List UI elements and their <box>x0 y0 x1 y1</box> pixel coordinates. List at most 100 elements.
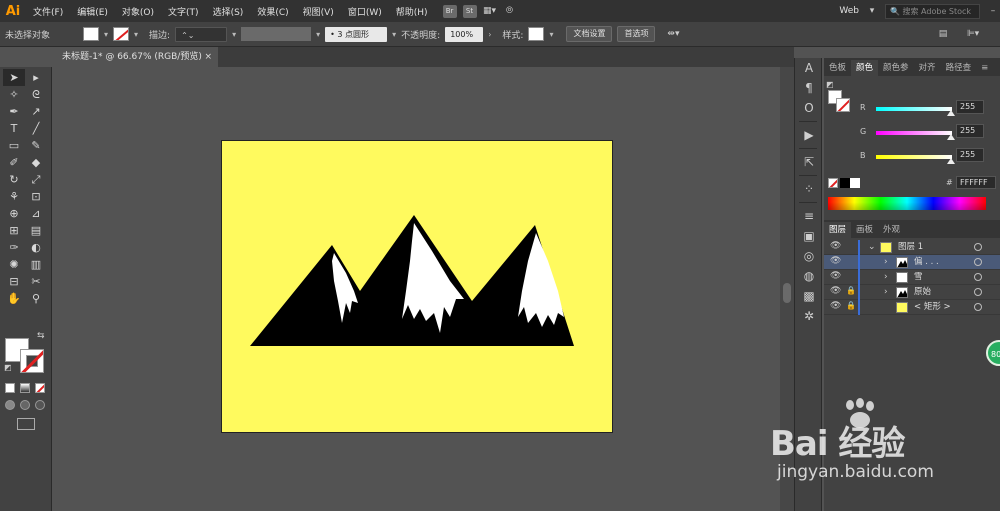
artboard[interactable] <box>221 140 613 433</box>
draw-inside-icon[interactable] <box>35 400 45 410</box>
scale-tool-icon[interactable]: ⤢ <box>25 171 47 188</box>
gradient-panel-icon[interactable]: ▣ <box>795 226 823 246</box>
shaper-tool-icon[interactable]: ✐ <box>3 154 25 171</box>
artboard-tool-icon[interactable]: ⊟ <box>3 273 25 290</box>
preferences-button[interactable]: 首选项 <box>617 26 656 42</box>
layers-panel-tab[interactable]: 画板 <box>851 222 878 238</box>
opentype-panel-icon[interactable]: O <box>795 98 823 118</box>
shape-builder-tool-icon[interactable]: ⊕ <box>3 205 25 222</box>
stock-button[interactable]: St <box>462 4 477 18</box>
direct-selection-tool-icon[interactable]: ▸ <box>25 69 47 86</box>
pen-tool-icon[interactable]: ✒ <box>3 103 25 120</box>
mesh-tool-icon[interactable]: ⊞ <box>3 222 25 239</box>
menu-item[interactable]: 视图(V) <box>296 5 341 18</box>
document-tab[interactable]: 未标题-1* @ 66.67% (RGB/预览) × <box>56 47 218 67</box>
graphic-style-swatch[interactable] <box>528 27 545 41</box>
none-mode-icon[interactable] <box>35 383 45 393</box>
swap-fill-stroke-icon[interactable]: ⇆ <box>37 331 45 341</box>
menu-item[interactable]: 文字(T) <box>161 5 206 18</box>
color-panel-tab[interactable]: 颜色 <box>851 60 879 76</box>
visibility-eye-icon[interactable]: 👁 <box>830 301 841 311</box>
mountain-artwork[interactable] <box>222 141 612 432</box>
color-spectrum-bar[interactable] <box>828 197 986 210</box>
menu-item[interactable]: 帮助(H) <box>389 5 435 18</box>
selection-tool-icon[interactable]: ➤ <box>3 69 25 86</box>
fill-chevron-icon[interactable]: ▾ <box>104 30 108 39</box>
color-panel-tab[interactable]: 色板 <box>824 60 851 76</box>
character-panel-icon[interactable]: A <box>795 58 823 78</box>
fill-color-swatch[interactable] <box>83 27 100 41</box>
visibility-eye-icon[interactable]: 👁 <box>830 256 841 266</box>
channel-value-input[interactable]: 255 <box>956 100 984 114</box>
target-circle-icon[interactable] <box>974 273 982 281</box>
blend-tool-icon[interactable]: ◐ <box>25 239 47 256</box>
rotate-tool-icon[interactable]: ↻ <box>3 171 25 188</box>
export-panel-icon[interactable]: ⇱ <box>795 152 823 172</box>
layer-row[interactable]: 👁 🔒 < 矩形 > <box>824 300 1000 315</box>
gpu-performance-icon[interactable]: ⦾ <box>503 6 517 16</box>
lock-icon[interactable]: 🔒 <box>846 286 856 295</box>
target-circle-icon[interactable] <box>974 243 982 251</box>
close-tab-icon[interactable]: × <box>204 47 212 67</box>
screen-mode-icon[interactable] <box>17 418 35 430</box>
paragraph-panel-icon[interactable]: ¶ <box>795 78 823 98</box>
layer-row[interactable]: 👁 › 雪 <box>824 270 1000 285</box>
minimize-icon[interactable]: – <box>986 6 1000 16</box>
black-color-icon[interactable] <box>840 178 850 188</box>
hex-input[interactable]: FFFFFF <box>956 176 996 189</box>
layers-panel-tab[interactable]: 外观 <box>878 222 905 238</box>
lasso-tool-icon[interactable]: ᘓ <box>25 86 47 103</box>
lock-icon[interactable]: 🔒 <box>846 301 856 310</box>
transform-panel-icon[interactable]: ⁘ <box>795 179 823 199</box>
visibility-eye-icon[interactable]: 👁 <box>830 286 841 296</box>
channel-value-input[interactable]: 255 <box>956 148 984 162</box>
opacity-input[interactable]: 100% <box>445 26 484 42</box>
eyedropper-tool-icon[interactable]: ✑ <box>3 239 25 256</box>
actions-panel-icon[interactable]: ▶ <box>795 125 823 145</box>
stock-search-input[interactable]: 🔍 搜索 Adobe Stock <box>885 3 980 19</box>
channel-slider-track[interactable] <box>876 107 955 116</box>
canvas-area[interactable] <box>56 67 794 511</box>
stroke-panel-icon[interactable]: ≡ <box>795 206 823 226</box>
menu-item[interactable]: 编辑(E) <box>70 5 115 18</box>
brush-chevron-icon[interactable]: ▾ <box>392 30 396 39</box>
channel-slider-knob[interactable] <box>947 110 955 116</box>
transparency-panel-icon[interactable]: ◎ <box>795 246 823 266</box>
none-color-icon[interactable] <box>828 178 838 188</box>
color-stroke-swatch[interactable] <box>836 98 850 112</box>
target-circle-icon[interactable] <box>974 303 982 311</box>
color-panel-tab[interactable]: 路径查 <box>941 60 977 76</box>
visibility-eye-icon[interactable]: 👁 <box>830 241 841 251</box>
menu-item[interactable]: 选择(S) <box>206 5 251 18</box>
menu-item[interactable]: 窗口(W) <box>341 5 389 18</box>
expand-chevron-icon[interactable]: › <box>884 285 888 300</box>
color-panel-tab[interactable]: 对齐 <box>914 60 941 76</box>
stroke-weight-input[interactable]: ⌃⌄ <box>175 26 228 42</box>
layer-row[interactable]: 👁 🔒 › 原始 <box>824 285 1000 300</box>
free-transform-tool-icon[interactable]: ⊡ <box>25 188 47 205</box>
layers-panel-tab[interactable]: 图层 <box>824 222 852 238</box>
workspace-switcher[interactable]: Web <box>839 6 859 16</box>
width-tool-icon[interactable]: ⚘ <box>3 188 25 205</box>
perspective-grid-tool-icon[interactable]: ⊿ <box>25 205 47 222</box>
white-color-icon[interactable] <box>850 178 860 188</box>
profile-chevron-icon[interactable]: ▾ <box>316 30 320 39</box>
default-fill-stroke-icon[interactable]: ◩ <box>4 363 12 372</box>
draw-normal-icon[interactable] <box>5 400 15 410</box>
arrange-icon[interactable]: ⇹▾ <box>666 29 680 39</box>
curvature-tool-icon[interactable]: ↗ <box>25 103 47 120</box>
type-tool-icon[interactable]: T <box>3 120 25 137</box>
zoom-tool-icon[interactable]: ⚲ <box>25 290 47 307</box>
symbols-panel-icon[interactable]: ✲ <box>795 306 823 326</box>
bridge-button[interactable]: Br <box>442 4 457 18</box>
rectangle-tool-icon[interactable]: ▭ <box>3 137 25 154</box>
opacity-arrow-icon[interactable]: › <box>488 30 491 39</box>
stroke-weight-chevron-icon[interactable]: ▾ <box>232 30 236 39</box>
channel-slider-track[interactable] <box>876 131 955 140</box>
layer-row[interactable]: 👁 ⌄ 图层 1 <box>824 240 1000 255</box>
style-chevron-icon[interactable]: ▾ <box>549 30 553 39</box>
expand-chevron-icon[interactable]: › <box>884 255 888 270</box>
channel-slider-knob[interactable] <box>947 158 955 164</box>
slice-tool-icon[interactable]: ✂ <box>25 273 47 290</box>
menu-item[interactable]: 效果(C) <box>250 5 295 18</box>
